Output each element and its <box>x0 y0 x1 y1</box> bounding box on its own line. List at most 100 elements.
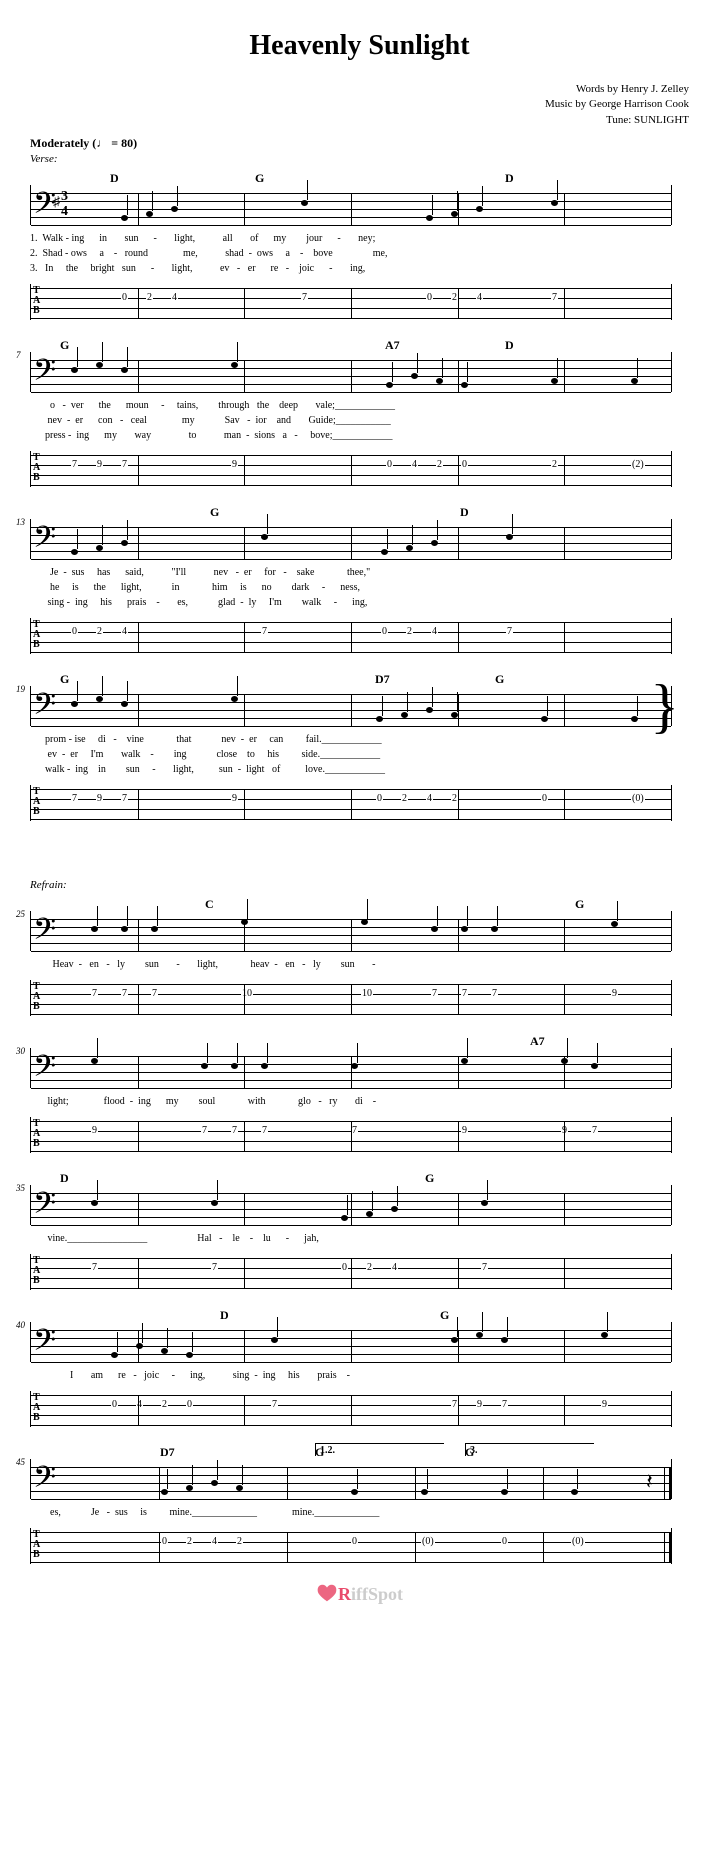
tab-fret-number: 7 <box>151 988 158 999</box>
notehead <box>96 696 103 702</box>
bar-number: 30 <box>16 1046 25 1056</box>
tab-fret-number: 7 <box>501 1399 508 1410</box>
tab-fret-number: 9 <box>231 459 238 470</box>
tab-fret-number: 9 <box>601 1399 608 1410</box>
chord-row: A7 <box>30 1034 689 1048</box>
chord-symbol: D <box>110 171 119 186</box>
tab-fret-number: 7 <box>121 459 128 470</box>
notehead <box>121 701 128 707</box>
lyric-line: 1. Walk - ing in sun - light, all of my … <box>30 231 689 246</box>
notation-staff: 𝄢 <box>30 1185 672 1225</box>
notehead <box>146 211 153 217</box>
tab-label: TAB <box>33 286 40 316</box>
notehead <box>551 378 558 384</box>
tab-fret-number: 0 <box>121 292 128 303</box>
tab-fret-number: 0 <box>426 292 433 303</box>
closing-brace: } <box>650 686 679 726</box>
tab-label: TAB <box>33 982 40 1012</box>
tab-fret-number: 2 <box>366 1262 373 1273</box>
notehead <box>366 1211 373 1217</box>
notehead <box>551 200 558 206</box>
notehead <box>461 926 468 932</box>
tab-fret-number: 0 <box>501 1536 508 1547</box>
chord-row: DG <box>30 1308 689 1322</box>
notation-staff: 𝄢 <box>30 911 672 951</box>
tab-fret-number: 9 <box>611 988 618 999</box>
lyric-line: es, Je - sus is mine._____________ mine.… <box>30 1505 689 1520</box>
key-signature: ♯ <box>53 195 60 211</box>
bar-number: 35 <box>16 1183 25 1193</box>
notehead <box>186 1485 193 1491</box>
tab-fret-number: 0 <box>376 793 383 804</box>
tab-fret-number: 9 <box>461 1125 468 1136</box>
tab-fret-number: 7 <box>271 1399 278 1410</box>
tab-fret-number: 2 <box>406 626 413 637</box>
chord-symbol: G <box>495 672 504 687</box>
notation-staff: 𝄢𝄽 <box>30 1459 672 1499</box>
credits-block: Words by Henry J. Zelley Music by George… <box>30 82 689 128</box>
chord-row: GD <box>30 505 689 519</box>
lyric-line: light; flood - ing my soul with glo - ry… <box>30 1094 689 1109</box>
tab-fret-number: 0 <box>71 626 78 637</box>
notehead <box>631 378 638 384</box>
notehead <box>381 549 388 555</box>
lyrics-block: light; flood - ing my soul with glo - ry… <box>30 1094 689 1109</box>
notehead <box>481 1200 488 1206</box>
chord-symbol: G <box>60 672 69 687</box>
notehead <box>186 1352 193 1358</box>
lyrics-block: I am re - joic - ing, sing - ing his pra… <box>30 1368 689 1383</box>
tab-fret-number: 0 <box>461 459 468 470</box>
chord-symbol: C <box>205 897 214 912</box>
tab-fret-number: 4 <box>391 1262 398 1273</box>
bass-clef: 𝄢 <box>33 911 56 955</box>
tempo-marking: Moderately (♩ = 80) <box>30 136 689 151</box>
tab-fret-number: 2 <box>401 793 408 804</box>
lyric-line: Je - sus has said, "I'll nev - er for - … <box>30 565 689 580</box>
notehead <box>151 926 158 932</box>
bass-clef: 𝄢 <box>33 686 56 730</box>
tab-fret-number: (0) <box>421 1536 435 1547</box>
lyric-line: press - ing my way to man - sions a - bo… <box>30 428 689 443</box>
bar-number: 7 <box>16 350 21 360</box>
chord-symbol: G <box>440 1308 449 1323</box>
notehead <box>386 382 393 388</box>
tab-fret-number: 7 <box>91 1262 98 1273</box>
notation-staff: 𝄢 <box>30 1322 672 1362</box>
tab-fret-number: 7 <box>121 793 128 804</box>
notehead <box>591 1063 598 1069</box>
chord-row: GD7G <box>30 672 689 686</box>
notehead <box>211 1480 218 1486</box>
notehead <box>571 1489 578 1495</box>
words-credit: Words by Henry J. Zelley <box>30 82 689 97</box>
chord-row: CG <box>30 897 689 911</box>
tab-fret-number: 2 <box>146 292 153 303</box>
tab-fret-number: 2 <box>236 1536 243 1547</box>
chord-symbol: G <box>60 338 69 353</box>
lyric-line: ev - er I'm walk - ing close to his side… <box>30 747 689 762</box>
music-system: 35DG𝄢 vine.________________ Hal - le - l… <box>30 1171 689 1290</box>
tab-fret-number: 7 <box>211 1262 218 1273</box>
tab-fret-number: 10 <box>241 988 253 999</box>
lyrics-block: vine.________________ Hal - le - lu - ja… <box>30 1231 689 1246</box>
notehead <box>461 382 468 388</box>
lyrics-block: o - ver the moun - tains, through the de… <box>30 398 689 443</box>
notehead <box>71 701 78 707</box>
chord-symbol: A7 <box>385 338 400 353</box>
chord-symbol: D <box>505 338 514 353</box>
notehead <box>211 1200 218 1206</box>
notehead <box>71 367 78 373</box>
notehead <box>231 362 238 368</box>
notation-staff: 𝄢} <box>30 686 672 726</box>
notehead <box>231 696 238 702</box>
tab-fret-number: 9 <box>96 793 103 804</box>
tablature-staff: TAB02470247 <box>30 284 672 320</box>
notehead <box>376 716 383 722</box>
bar-number: 25 <box>16 909 25 919</box>
notehead <box>501 1489 508 1495</box>
lyric-line: prom - ise di - vine that nev - er can f… <box>30 732 689 747</box>
tab-fret-number: 0 <box>161 1536 168 1547</box>
notehead <box>261 1063 268 1069</box>
notehead <box>301 200 308 206</box>
lyric-line: vine.________________ Hal - le - lu - ja… <box>30 1231 689 1246</box>
music-system: 25CG𝄢 Heav - en - ly sun - light, heav -… <box>30 897 689 1016</box>
